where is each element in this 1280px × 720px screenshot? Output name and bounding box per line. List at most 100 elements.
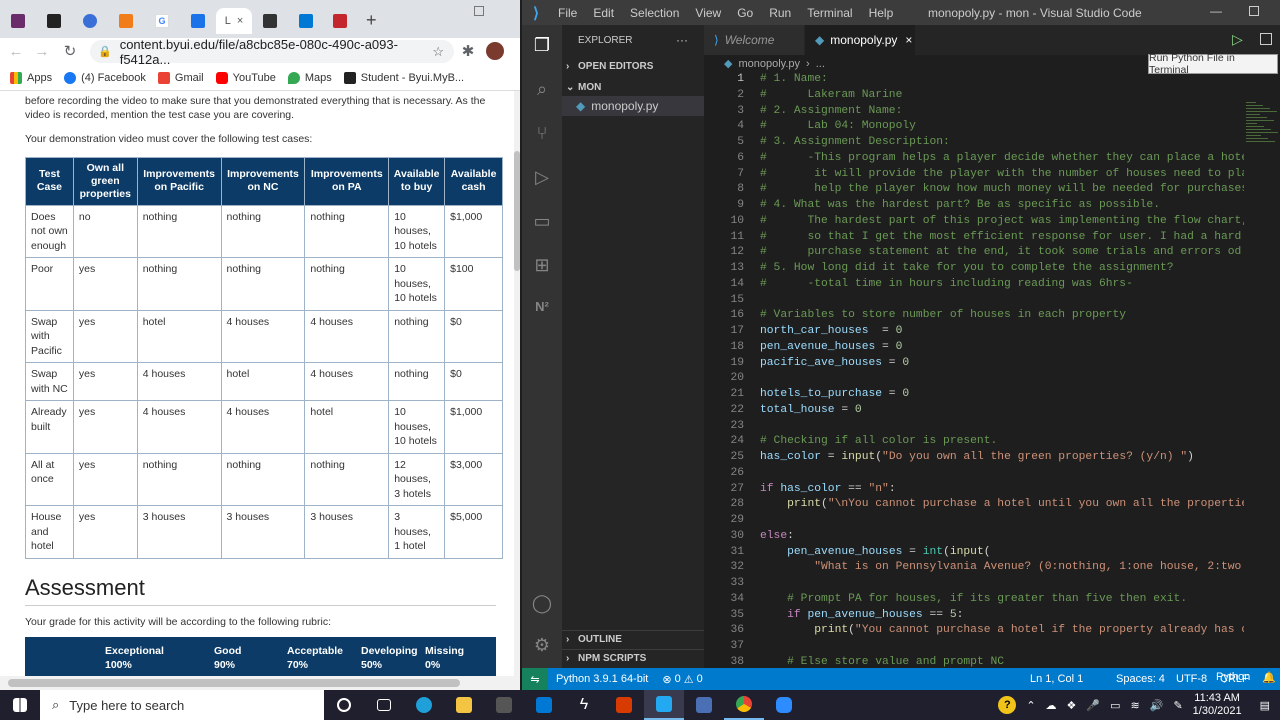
source-control-icon[interactable]: ⑂ <box>530 121 554 145</box>
avatar[interactable] <box>486 42 504 60</box>
mic-icon[interactable]: 🎤 <box>1086 699 1100 712</box>
bookmark-gmail[interactable]: Gmail <box>157 71 204 84</box>
cursor-position[interactable]: Ln 1, Col 1 <box>1030 673 1083 685</box>
menu-help[interactable]: Help <box>861 6 902 20</box>
more-actions-icon[interactable]: ··· <box>676 33 688 47</box>
menu-run[interactable]: Run <box>761 6 799 20</box>
wifi-icon[interactable]: ≋ <box>1131 699 1140 712</box>
folder-section[interactable]: ⌄ MON <box>562 78 704 96</box>
run-python-icon[interactable]: ▷ <box>1232 31 1243 48</box>
store-icon[interactable] <box>484 690 524 720</box>
new-tab-button[interactable]: + <box>366 10 377 31</box>
url-bar[interactable]: 🔒 content.byui.edu/file/a8cbc85e-080c-49… <box>90 37 454 67</box>
vertical-scrollbar[interactable] <box>514 91 520 676</box>
test-case-table: Test Case Own all green properties Improve… <box>25 156 503 559</box>
maximize-button[interactable] <box>1249 6 1259 16</box>
office-icon[interactable] <box>604 690 644 720</box>
clock[interactable]: 11:43 AM 1/30/2021 <box>1193 692 1242 718</box>
pen-icon[interactable]: ✎ <box>1173 699 1182 712</box>
browser-tab[interactable] <box>112 8 140 34</box>
explorer-icon[interactable]: ❐ <box>530 33 554 57</box>
language-mode[interactable]: Python <box>1216 671 1250 683</box>
browser-tab[interactable] <box>184 8 212 34</box>
code-editor[interactable]: 1 # 1. Name: 2 # Lakeram Narine 3 # 2. Assign… <box>704 72 1280 668</box>
encoding[interactable]: UTF-8 <box>1176 673 1207 685</box>
bookmark-student[interactable]: Student - Byui.MyB... <box>343 71 464 84</box>
extensions-icon[interactable]: ✱ <box>458 42 478 62</box>
bookmark-youtube[interactable]: YouTube <box>215 71 276 84</box>
menu-go[interactable]: Go <box>729 6 761 20</box>
menu-selection[interactable]: Selection <box>622 6 687 20</box>
remote-explorer-icon[interactable]: ▭ <box>530 209 554 233</box>
breadcrumb-item[interactable]: monopoly.py <box>738 58 800 70</box>
dropbox-icon[interactable]: ❖ <box>1067 699 1077 712</box>
browser-tab[interactable] <box>76 8 104 34</box>
npm-scripts-section[interactable]: › NPM SCRIPTS <box>562 649 704 667</box>
extensions-icon[interactable]: ⊞ <box>530 253 554 277</box>
scrollbar-thumb[interactable] <box>8 679 460 687</box>
close-icon[interactable]: × <box>237 15 243 27</box>
browser-tab[interactable] <box>326 8 354 34</box>
settings-gear-icon[interactable]: ⚙ <box>530 633 554 657</box>
app-icon[interactable]: ϟ <box>564 690 604 720</box>
open-editors-section[interactable]: › OPEN EDITORS <box>562 57 704 75</box>
browser-tab[interactable] <box>4 8 32 34</box>
start-button[interactable] <box>0 690 40 720</box>
bookmark-apps[interactable]: Apps <box>10 71 52 84</box>
chevron-up-icon[interactable]: ⌃ <box>1026 699 1035 712</box>
zoom-icon[interactable] <box>764 690 804 720</box>
breadcrumb-item[interactable]: ... <box>816 58 825 70</box>
close-icon[interactable]: × <box>905 33 912 47</box>
forward-icon[interactable]: → <box>32 42 52 62</box>
browser-tab[interactable] <box>40 8 68 34</box>
file-item[interactable]: ◆ monopoly.py <box>562 96 704 116</box>
split-editor-icon[interactable] <box>1260 33 1272 45</box>
minimap[interactable] <box>1244 72 1280 668</box>
section-label: MON <box>578 81 602 93</box>
mail-icon[interactable] <box>524 690 564 720</box>
browser-tab[interactable]: G <box>148 8 176 34</box>
file-explorer-icon[interactable] <box>444 690 484 720</box>
scrollbar-thumb[interactable] <box>514 151 520 271</box>
minimize-button[interactable]: — <box>1210 4 1222 18</box>
tab-monopoly[interactable]: ◆ monopoly.py × <box>805 25 915 55</box>
account-icon[interactable]: ◯ <box>530 591 554 615</box>
task-view-icon[interactable] <box>364 690 404 720</box>
vscode-glyph <box>656 696 672 712</box>
battery-icon[interactable]: ▭ <box>1110 699 1120 712</box>
python-interpreter[interactable]: Python 3.9.1 64-bit <box>556 673 648 685</box>
run-debug-icon[interactable]: ▷ <box>530 165 554 189</box>
horizontal-scrollbar[interactable] <box>0 676 520 690</box>
menu-terminal[interactable]: Terminal <box>799 6 860 20</box>
menu-view[interactable]: View <box>687 6 729 20</box>
app-icon[interactable] <box>684 690 724 720</box>
chrome-icon[interactable] <box>724 690 764 720</box>
bookmark-maps[interactable]: Maps <box>287 71 332 84</box>
browser-tab[interactable] <box>256 8 284 34</box>
edge-icon[interactable] <box>404 690 444 720</box>
help-icon[interactable]: ? <box>998 696 1017 714</box>
remote-icon[interactable]: ⇋ <box>522 668 548 690</box>
outline-section[interactable]: › OUTLINE <box>562 630 704 648</box>
cortana-icon[interactable] <box>324 690 364 720</box>
indentation[interactable]: Spaces: 4 <box>1116 673 1165 685</box>
back-icon[interactable]: ← <box>6 42 26 62</box>
notebook-icon[interactable]: N² <box>530 295 554 319</box>
vscode-taskbar-icon[interactable] <box>644 690 684 720</box>
bookmark-facebook[interactable]: (4) Facebook <box>64 71 146 84</box>
volume-icon[interactable]: 🔊 <box>1150 699 1164 712</box>
star-icon[interactable]: ☆ <box>432 44 444 60</box>
problems-indicator[interactable]: ⊗ 0 ⚠ 0 <box>662 673 702 686</box>
notifications-icon[interactable]: 🔔 <box>1262 671 1276 684</box>
maximize-button[interactable] <box>474 6 484 16</box>
menu-edit[interactable]: Edit <box>585 6 622 20</box>
search-icon[interactable]: ⌕ <box>530 77 554 101</box>
browser-tab[interactable] <box>292 8 320 34</box>
menu-file[interactable]: File <box>550 6 585 20</box>
tab-welcome[interactable]: ⟩ Welcome <box>704 25 804 55</box>
cloud-icon[interactable]: ☁ <box>1046 699 1057 712</box>
browser-tab-active[interactable]: L × <box>216 8 252 34</box>
reload-icon[interactable]: ↻ <box>60 42 80 62</box>
action-center-icon[interactable]: ▤ <box>1260 699 1270 712</box>
taskbar-search[interactable]: ⌕ Type here to search <box>40 690 324 720</box>
